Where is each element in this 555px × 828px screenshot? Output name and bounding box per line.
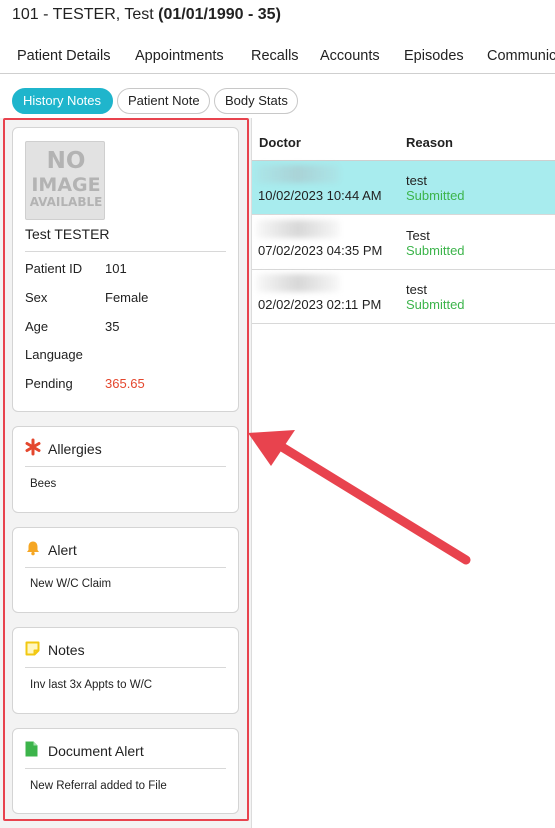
row-date: 02/02/2023 02:11 PM [258, 297, 382, 312]
tab-patient-details[interactable]: Patient Details [17, 48, 111, 64]
row-status: Submitted [406, 243, 465, 258]
row-status: Submitted [406, 297, 465, 312]
history-table-header: Doctor Reason [252, 126, 555, 161]
row-reason: Test [406, 228, 430, 243]
redacted-doctor-name [256, 220, 340, 238]
table-row[interactable]: 10/02/2023 10:44 AM test Submitted [252, 161, 555, 215]
patient-title-name: 101 - TESTER, Test [12, 6, 159, 23]
page-title: 101 - TESTER, Test (01/01/1990 - 35) [12, 6, 281, 24]
column-header-reason[interactable]: Reason [406, 135, 453, 150]
tab-episodes[interactable]: Episodes [404, 48, 464, 64]
subtab-patient-note[interactable]: Patient Note [117, 88, 210, 114]
tab-appointments[interactable]: Appointments [135, 48, 224, 64]
table-row[interactable]: 07/02/2023 04:35 PM Test Submitted [252, 216, 555, 270]
subtab-body-stats[interactable]: Body Stats [214, 88, 298, 114]
patient-title-dob: (01/01/1990 - 35) [158, 6, 281, 23]
column-header-doctor[interactable]: Doctor [259, 135, 301, 150]
row-reason: test [406, 282, 427, 297]
redacted-doctor-name [256, 274, 340, 292]
row-status: Submitted [406, 188, 465, 203]
subtab-history-notes[interactable]: History Notes [12, 88, 113, 114]
row-reason: test [406, 173, 427, 188]
redacted-doctor-name [256, 165, 340, 183]
tab-accounts[interactable]: Accounts [320, 48, 380, 64]
patient-nav-tabs: Patient Details Appointments Recalls Acc… [0, 40, 555, 74]
sidebar-highlight-box [3, 118, 249, 821]
row-date: 07/02/2023 04:35 PM [258, 243, 383, 258]
tab-communications[interactable]: Communic [487, 48, 555, 64]
tab-recalls[interactable]: Recalls [251, 48, 299, 64]
table-row[interactable]: 02/02/2023 02:11 PM test Submitted [252, 270, 555, 324]
row-date: 10/02/2023 10:44 AM [258, 188, 382, 203]
